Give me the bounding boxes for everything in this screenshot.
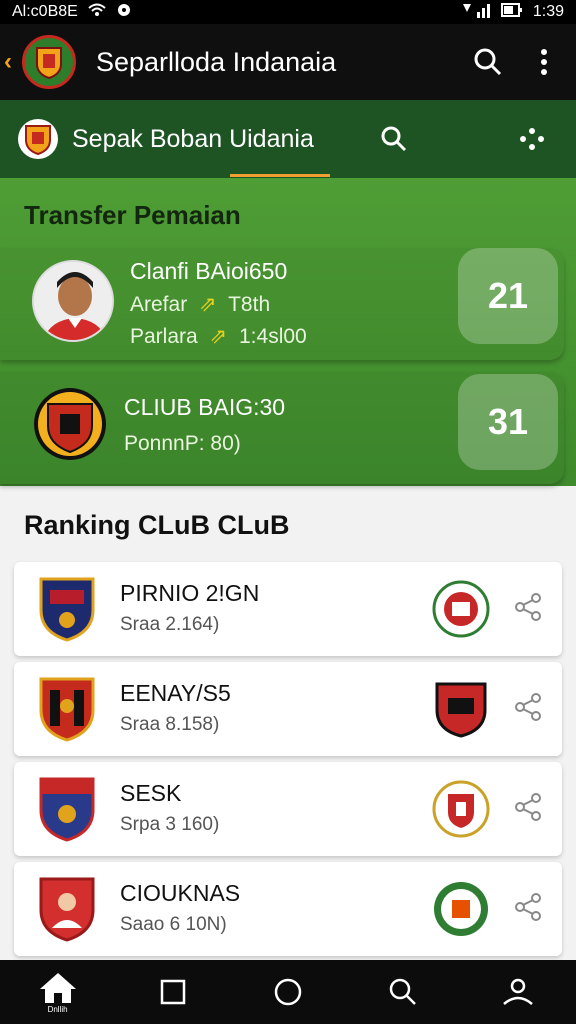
clock-text: 1:39 xyxy=(532,3,564,20)
share-icon[interactable] xyxy=(514,792,544,822)
club-stat: Sraa 8.158) xyxy=(120,714,220,735)
tab-indicator xyxy=(230,174,330,177)
player-name: Clanfi BAioi650 xyxy=(130,258,288,284)
transfer-count-badge[interactable]: 31 xyxy=(458,374,558,470)
search-icon xyxy=(381,126,407,152)
player-info-value: T8th xyxy=(228,293,271,316)
dots-grid-icon xyxy=(520,128,544,150)
ranking-row[interactable]: PIRNIO 2!GN Sraa 2.164) xyxy=(14,562,562,656)
club-name: PIRNIO 2!GN xyxy=(120,580,260,606)
more-options-button[interactable] xyxy=(520,38,568,86)
sub-logo xyxy=(18,119,58,159)
club-stat: Saao 6 10N) xyxy=(120,914,227,935)
transfer-count-badge[interactable]: 21 xyxy=(458,248,558,344)
sub-menu-button[interactable] xyxy=(508,115,556,163)
club-name: CIOUKNAS xyxy=(120,880,241,906)
club-points: PonnnP: 80) xyxy=(124,432,241,455)
nav-home[interactable]: Dnllih xyxy=(28,962,88,1022)
transfer-section: Transfer Pemaian Clanfi BAioi650 Arefar … xyxy=(0,178,576,486)
player-info-label: Arefar xyxy=(130,293,188,316)
club-badge-icon xyxy=(434,882,488,936)
more-vert-icon xyxy=(541,49,547,75)
transfer-card[interactable]: CLIUB BAIG:30 PonnnP: 80) 31 xyxy=(0,372,564,484)
club-badge-icon xyxy=(432,780,490,838)
wifi-icon xyxy=(88,3,106,22)
share-icon[interactable] xyxy=(514,892,544,922)
signal-icon xyxy=(461,2,491,23)
ranking-row[interactable]: EENAY/S5 Sraa 8.158) xyxy=(14,662,562,756)
circle-icon xyxy=(274,978,302,1006)
app-bar: ‹ Separlloda Indanaia xyxy=(0,24,576,100)
share-icon[interactable] xyxy=(514,592,544,622)
club-crest-icon xyxy=(39,577,95,642)
nav-circle[interactable] xyxy=(258,962,318,1022)
club-name: SESK xyxy=(120,780,182,806)
player-info-row: Arefar ⇗ T8th xyxy=(130,292,270,317)
club-crest xyxy=(32,386,114,468)
back-arrow-icon[interactable]: ‹ xyxy=(4,48,22,76)
app-logo xyxy=(22,35,76,89)
club-badge-icon xyxy=(432,580,490,638)
sub-title: Sepak Boban Uidania xyxy=(72,124,314,153)
square-icon xyxy=(160,979,186,1005)
player-avatar xyxy=(32,260,114,342)
search-button[interactable] xyxy=(464,38,512,86)
search-icon xyxy=(389,978,417,1005)
battery-icon xyxy=(500,2,523,23)
ranking-title: Ranking CLuB CLuB xyxy=(24,510,290,540)
status-left: Al:c0B8E xyxy=(12,2,132,23)
bottom-navigation: Dnllih xyxy=(0,960,576,1024)
status-right: 1:39 xyxy=(461,2,564,23)
nav-search[interactable] xyxy=(373,962,433,1022)
share-icon[interactable] xyxy=(514,692,544,722)
club-crest-icon xyxy=(39,777,95,842)
club-stat: Srpa 3 160) xyxy=(120,814,220,835)
nav-square[interactable] xyxy=(143,962,203,1022)
nav-profile[interactable] xyxy=(488,962,548,1022)
transfer-title: Transfer Pemaian xyxy=(24,200,241,230)
notification-icon xyxy=(116,2,132,23)
ranking-row[interactable]: CIOUKNAS Saao 6 10N) xyxy=(14,862,562,956)
profile-icon xyxy=(503,978,534,1005)
transfer-arrow-icon: ⇗ xyxy=(199,293,217,316)
club-crest-icon xyxy=(39,677,95,742)
club-name: CLIUB BAIG:30 xyxy=(124,394,286,420)
transfer-card[interactable]: Clanfi BAioi650 Arefar ⇗ T8th Parlara ⇗ … xyxy=(0,248,564,360)
search-icon xyxy=(474,48,502,76)
subheader: Sepak Boban Uidania xyxy=(0,100,576,178)
carrier-text: Al:c0B8E xyxy=(12,3,78,20)
club-crest-icon xyxy=(39,877,95,942)
club-stat: Sraa 2.164) xyxy=(120,614,220,635)
sub-search-button[interactable] xyxy=(370,115,418,163)
home-icon xyxy=(39,972,76,1003)
club-name: EENAY/S5 xyxy=(120,680,231,706)
player-fee-label: Parlara xyxy=(130,325,198,348)
player-fee-value: 1:4sl00 xyxy=(239,325,307,348)
nav-home-label: Dnllih xyxy=(47,1004,68,1014)
player-fee-row: Parlara ⇗ 1:4sl00 xyxy=(130,324,307,349)
app-title: Separlloda Indanaia xyxy=(96,46,337,77)
club-badge-icon xyxy=(435,682,487,738)
ranking-row[interactable]: SESK Srpa 3 160) xyxy=(14,762,562,856)
status-bar: Al:c0B8E 1:39 xyxy=(0,0,576,24)
transfer-arrow-icon: ⇗ xyxy=(209,325,228,348)
